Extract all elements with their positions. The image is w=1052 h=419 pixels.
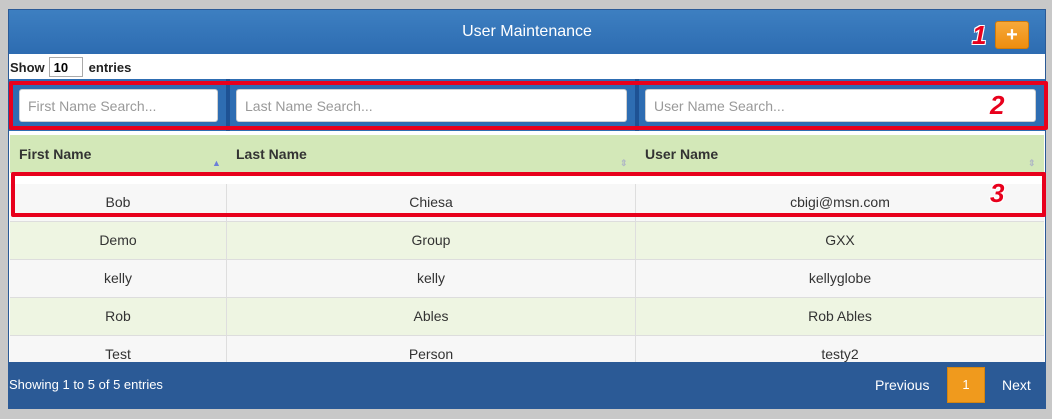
annotation-marker-3: 3 [990,178,1005,208]
table-row[interactable]: kelly kelly kellyglobe [10,260,1044,298]
cell-first-name: kelly [10,260,227,297]
table-row[interactable]: Rob Ables Rob Ables [10,298,1044,336]
sort-both-icon: ⇕ [620,158,628,168]
sort-ascending-icon: ▲ [212,158,221,168]
length-suffix-label: entries [88,59,132,75]
annotation-marker-2: 2 [990,90,1005,120]
column-header-label: Last Name [236,146,307,162]
annotation-marker-1: 1 [972,20,987,50]
entries-length-control: Show entries [10,56,131,78]
entries-info: Showing 1 to 5 of 5 entries [9,377,163,392]
column-header-label: First Name [19,146,92,162]
cell-last-name: Ables [227,298,636,335]
table-header-row: First Name ▲ Last Name ⇕ User Name ⇕ [10,135,1044,173]
user-name-search-input[interactable] [645,89,1036,122]
cell-last-name: kelly [227,260,636,297]
column-divider [226,79,230,131]
user-maintenance-panel: User Maintenance + Show entries First Na… [8,9,1046,409]
cell-last-name: Chiesa [227,184,636,221]
column-search-row [9,79,1045,131]
next-page-button[interactable]: Next [1002,377,1031,393]
previous-page-button[interactable]: Previous [875,377,929,393]
last-name-search-input[interactable] [236,89,627,122]
column-header-label: User Name [645,146,719,162]
add-user-button[interactable]: + [995,21,1029,49]
length-prefix-label: Show [10,59,45,75]
entries-length-select[interactable] [48,57,83,77]
table-row[interactable]: Demo Group GXX [10,222,1044,260]
column-divider [635,79,639,131]
cell-user-name: kellyglobe [808,270,872,286]
cell-user-name: cbigi@msn.com [790,194,890,210]
column-header-last-name[interactable]: Last Name ⇕ [227,135,636,173]
table-row[interactable]: Bob Chiesa cbigi@msn.com [10,184,1044,222]
column-header-first-name[interactable]: First Name ▲ [10,135,227,173]
cell-user-name: Rob Ables [808,308,872,324]
cell-user-name: GXX [825,232,855,248]
table-footer: Showing 1 to 5 of 5 entries Previous 1 N… [9,362,1045,408]
page-title: User Maintenance [462,23,592,40]
cell-first-name: Bob [10,184,227,221]
page-1-button[interactable]: 1 [947,367,985,403]
first-name-search-input[interactable] [19,89,218,122]
panel-header: User Maintenance + [9,10,1045,54]
sort-both-icon: ⇕ [1028,158,1036,168]
cell-first-name: Demo [10,222,227,259]
cell-last-name: Group [227,222,636,259]
cell-first-name: Rob [10,298,227,335]
column-header-user-name[interactable]: User Name ⇕ [636,135,1044,173]
